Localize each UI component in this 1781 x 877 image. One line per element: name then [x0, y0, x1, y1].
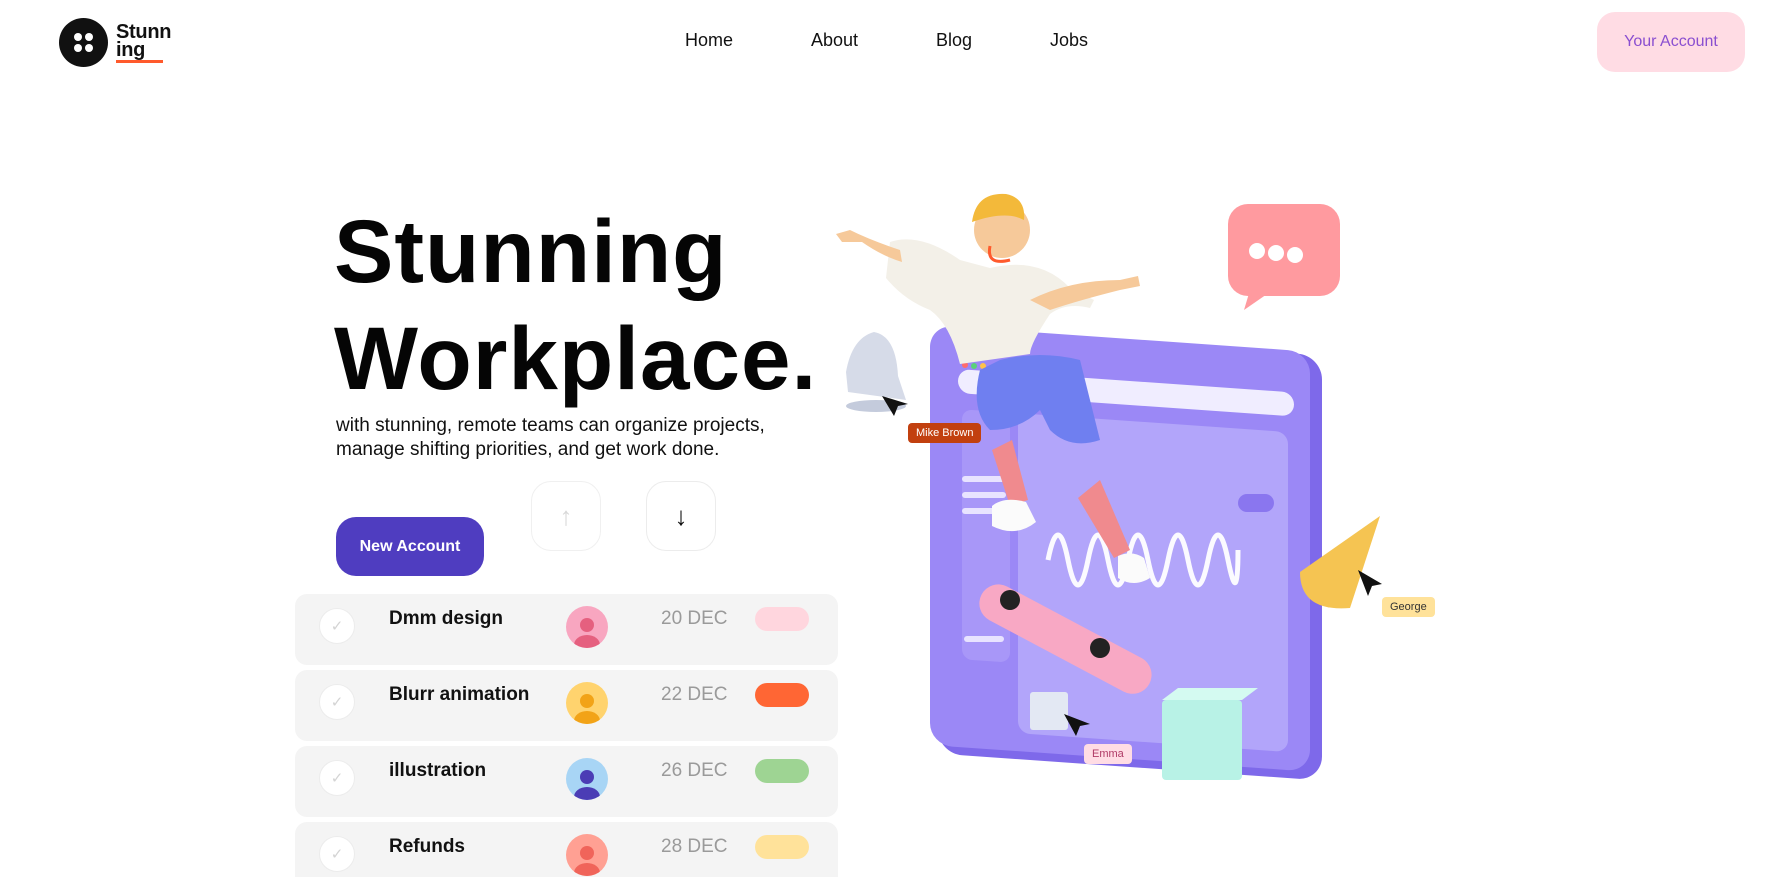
task-name: illustration [389, 760, 487, 781]
task-row[interactable]: ✓ Dmm design 20 DEC [295, 594, 838, 665]
task-row[interactable]: ✓ illustration 26 DEC [295, 746, 838, 817]
status-pill [755, 759, 809, 783]
check-icon: ✓ [330, 846, 344, 863]
skateboard-illustration [979, 584, 1152, 694]
skater-character-illustration [836, 193, 1150, 583]
check-circle-button[interactable]: ✓ [319, 608, 355, 644]
hero-title-line-2: Workplace. [334, 308, 818, 408]
check-circle-button[interactable]: ✓ [319, 684, 355, 720]
name-tag: Mike Brown [908, 423, 982, 443]
task-name: Dmm design [389, 608, 504, 629]
arrow-up-icon: ↑ [559, 500, 573, 531]
scroll-up-button[interactable]: ↑ [531, 481, 601, 551]
task-date: 20 DEC [661, 608, 728, 629]
hero-title-line-1: Stunning [334, 201, 728, 301]
avatar [566, 682, 608, 724]
hero-subtitle-line-2: manage shifting priorities, and get work… [336, 439, 720, 460]
nav-about[interactable]: About [811, 30, 858, 51]
nav-home[interactable]: Home [685, 30, 733, 51]
task-date: 26 DEC [661, 760, 728, 781]
bell-illustration [846, 332, 908, 416]
your-account-button[interactable]: Your Account [1597, 12, 1745, 72]
check-circle-button[interactable]: ✓ [319, 760, 355, 796]
hero-subtitle: with stunning, remote teams can organize… [336, 414, 806, 462]
browser-window-illustration [930, 326, 1322, 779]
status-pill [755, 607, 809, 631]
main-nav: Home About Blog Jobs [0, 30, 1781, 54]
scroll-down-button[interactable]: ↓ [646, 481, 716, 551]
check-icon: ✓ [330, 694, 344, 711]
check-circle-button[interactable]: ✓ [319, 836, 355, 872]
check-icon: ✓ [330, 770, 344, 787]
task-row[interactable]: ✓ Refunds 28 DEC [295, 822, 838, 877]
arrow-down-icon: ↓ [674, 500, 688, 531]
nav-jobs[interactable]: Jobs [1050, 30, 1088, 51]
hero-illustration [836, 193, 1382, 780]
chat-bubble-illustration [1228, 204, 1340, 310]
task-name: Refunds [389, 836, 465, 857]
task-name: Blurr animation [389, 684, 530, 705]
hero-title: Stunning Workplace. [334, 198, 817, 412]
name-tag: George [1382, 597, 1435, 617]
status-pill [755, 835, 809, 859]
avatar [566, 606, 608, 648]
check-icon: ✓ [330, 618, 344, 635]
avatar [566, 758, 608, 800]
cube-illustration [1030, 688, 1258, 780]
task-row[interactable]: ✓ Blurr animation 22 DEC [295, 670, 838, 741]
hero-subtitle-line-1: with stunning, remote teams can organize… [336, 415, 765, 436]
cone-illustration [1300, 516, 1382, 609]
task-date: 28 DEC [661, 836, 728, 857]
avatar [566, 834, 608, 876]
task-date: 22 DEC [661, 684, 728, 705]
name-tag: Emma [1084, 744, 1132, 764]
status-pill [755, 683, 809, 707]
new-account-button[interactable]: New Account [336, 517, 484, 576]
nav-blog[interactable]: Blog [936, 30, 972, 51]
